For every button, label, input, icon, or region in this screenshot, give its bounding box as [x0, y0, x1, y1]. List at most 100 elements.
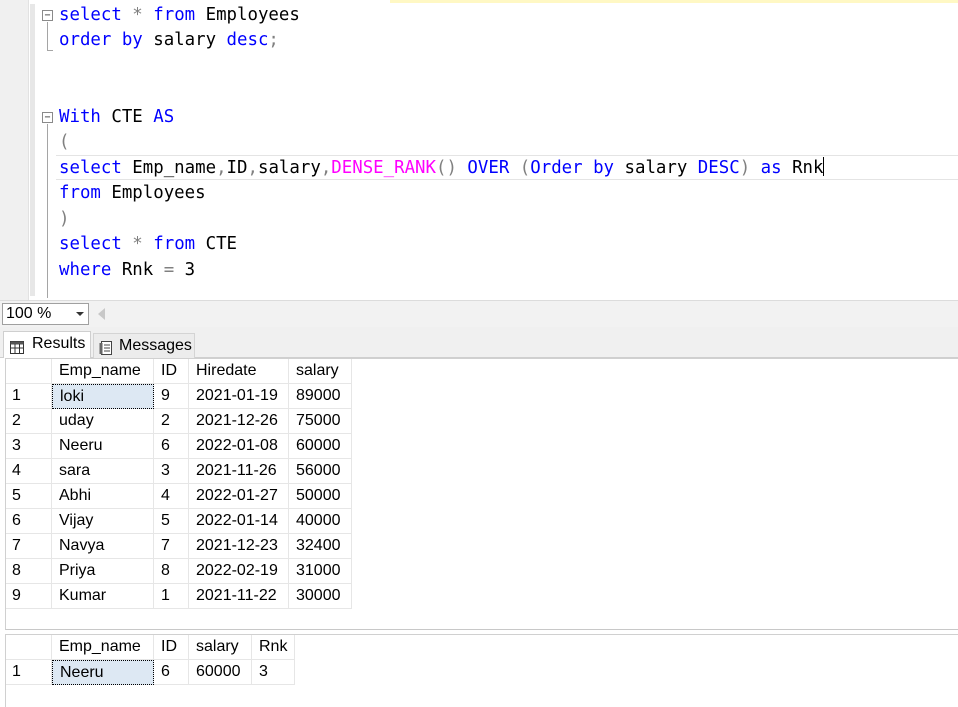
table-cell[interactable]: 9 — [154, 384, 189, 409]
table-cell[interactable]: 2021-12-26 — [189, 409, 289, 434]
editor-gutter — [0, 0, 29, 300]
tab-results[interactable]: Results — [3, 331, 91, 359]
selected-cell[interactable]: loki — [52, 384, 154, 409]
table-cell[interactable]: 2022-01-14 — [189, 509, 289, 534]
keyword: from — [142, 5, 196, 25]
table-cell[interactable]: 31000 — [289, 559, 352, 584]
results-tab-strip: Results Messages — [0, 327, 958, 359]
row-number[interactable]: 5 — [6, 484, 52, 509]
collapse-icon[interactable]: − — [42, 10, 53, 21]
table-cell[interactable]: 2022-02-19 — [189, 559, 289, 584]
table-cell[interactable]: 8 — [154, 559, 189, 584]
table-cell[interactable]: 2022-01-08 — [189, 434, 289, 459]
row-number[interactable]: 8 — [6, 559, 52, 584]
table-cell[interactable]: 2021-11-26 — [189, 459, 289, 484]
column-header[interactable]: Rnk — [252, 635, 295, 660]
operator: () — [436, 158, 457, 178]
function-name: DENSE_RANK — [331, 158, 436, 178]
code-line-10: select * from CTE — [59, 232, 237, 257]
operator: , — [320, 158, 332, 178]
table-cell[interactable]: 2021-11-22 — [189, 584, 289, 609]
column-header[interactable]: Emp_name — [52, 359, 154, 384]
table-cell[interactable]: sara — [52, 459, 154, 484]
tab-messages-label: Messages — [119, 337, 192, 354]
column-header[interactable]: Emp_name — [52, 635, 154, 660]
operator: ) — [59, 209, 70, 229]
table-cell[interactable]: 2021-12-23 — [189, 534, 289, 559]
identifier: ID — [226, 158, 248, 178]
code-line-2: order by salary desc; — [59, 28, 279, 53]
collapse-icon[interactable]: − — [42, 112, 53, 123]
identifier: salary — [257, 158, 321, 178]
results-grid-2[interactable]: Emp_name ID salary Rnk 1 Neeru 6 60000 3 — [5, 634, 958, 707]
table-cell[interactable]: 30000 — [289, 584, 352, 609]
keyword: select — [59, 158, 122, 178]
table-cell[interactable]: Kumar — [52, 584, 154, 609]
table-cell[interactable]: 50000 — [289, 484, 352, 509]
keyword: order by — [59, 30, 143, 50]
table-cell[interactable]: Neeru — [52, 434, 154, 459]
table-cell[interactable]: 56000 — [289, 459, 352, 484]
editor-top-accent — [390, 0, 958, 3]
number-literal: 3 — [174, 260, 196, 280]
row-number[interactable]: 4 — [6, 459, 52, 484]
row-number[interactable]: 7 — [6, 534, 52, 559]
selected-cell[interactable]: Neeru — [52, 660, 154, 685]
table-cell[interactable]: 2022-01-27 — [189, 484, 289, 509]
table-cell[interactable]: 4 — [154, 484, 189, 509]
table-cell[interactable]: 7 — [154, 534, 189, 559]
keyword: from — [59, 183, 101, 203]
row-number[interactable]: 2 — [6, 409, 52, 434]
table-cell[interactable]: Priya — [52, 559, 154, 584]
keyword: DESC — [687, 158, 740, 178]
results-grid-1[interactable]: Emp_name ID Hiredate salary 1 loki 9 2021-01-19… — [5, 358, 958, 630]
table-cell[interactable]: Navya — [52, 534, 154, 559]
table-cell[interactable]: 75000 — [289, 409, 352, 434]
row-number[interactable]: 9 — [6, 584, 52, 609]
table-cell[interactable]: 60000 — [189, 660, 252, 685]
table-cell[interactable]: 5 — [154, 509, 189, 534]
keyword: AS — [142, 107, 175, 127]
row-number[interactable]: 1 — [6, 660, 52, 685]
identifier: salary — [142, 30, 217, 50]
table-cell[interactable]: 3 — [252, 660, 295, 685]
keyword: desc — [216, 30, 269, 50]
table-cell[interactable]: uday — [52, 409, 154, 434]
identifier: CTE — [195, 234, 238, 254]
table-cell[interactable]: Vijay — [52, 509, 154, 534]
operator: ( — [509, 158, 531, 178]
keyword: With — [59, 107, 101, 127]
column-header[interactable]: Hiredate — [189, 359, 289, 384]
ssms-query-window: − − select * from Employees order by sal… — [0, 0, 958, 707]
table-cell[interactable]: 2 — [154, 409, 189, 434]
table-cell[interactable]: 6 — [154, 660, 189, 685]
table-cell[interactable]: 89000 — [289, 384, 352, 409]
row-number[interactable]: 3 — [6, 434, 52, 459]
table-cell[interactable]: 2021-01-19 — [189, 384, 289, 409]
table-cell[interactable]: 32400 — [289, 534, 352, 559]
table-cell[interactable]: 1 — [154, 584, 189, 609]
code-line-6: ( — [59, 130, 69, 155]
keyword: where — [59, 260, 112, 280]
fold-guide-line — [47, 124, 48, 298]
row-number[interactable]: 1 — [6, 384, 52, 409]
table-cell[interactable]: 3 — [154, 459, 189, 484]
column-header[interactable]: ID — [154, 635, 189, 660]
table-cell[interactable]: 60000 — [289, 434, 352, 459]
dropdown-arrow-icon[interactable] — [76, 312, 84, 316]
column-header[interactable]: salary — [289, 359, 352, 384]
grid-corner[interactable] — [6, 635, 52, 660]
tab-messages[interactable]: Messages — [93, 333, 195, 358]
zoom-select[interactable]: 100 % — [2, 303, 89, 325]
editor-zoom-bar: 100 % — [0, 300, 958, 327]
sql-editor[interactable]: − − select * from Employees order by sal… — [0, 0, 958, 300]
grid-corner[interactable] — [6, 359, 52, 384]
table-cell[interactable]: Abhi — [52, 484, 154, 509]
column-header[interactable]: ID — [154, 359, 189, 384]
table-cell[interactable]: 6 — [154, 434, 189, 459]
row-number[interactable]: 6 — [6, 509, 52, 534]
scroll-left-icon[interactable] — [98, 308, 105, 320]
identifier: salary — [614, 158, 688, 178]
table-cell[interactable]: 40000 — [289, 509, 352, 534]
column-header[interactable]: salary — [189, 635, 252, 660]
